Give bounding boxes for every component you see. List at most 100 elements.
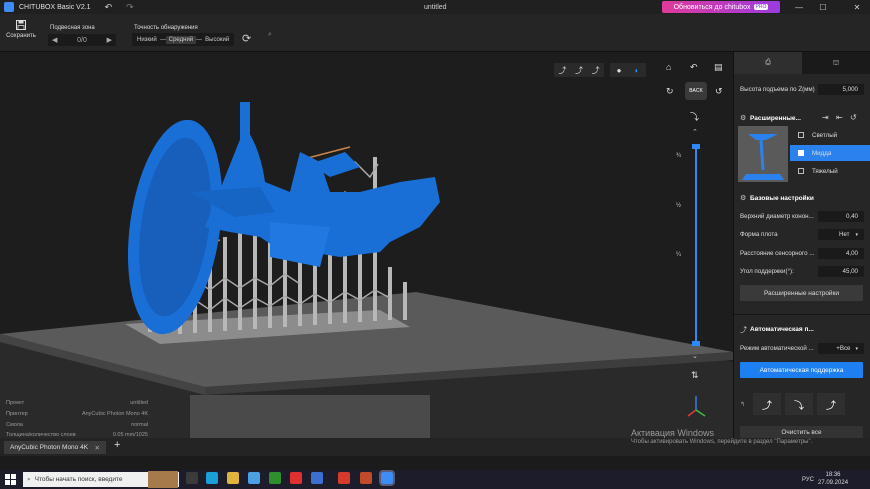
top-diameter-input[interactable]: 0,40 — [818, 211, 864, 222]
export-icon[interactable]: ⇤ — [836, 113, 843, 122]
add-printer-icon[interactable]: + — [114, 439, 120, 451]
contact-distance-input[interactable]: 4,00 — [818, 248, 864, 259]
support-view-toggle: ⤴ ⤴ ⤴ — [554, 63, 604, 77]
app-icon[interactable] — [311, 472, 323, 484]
view-cube-back[interactable]: BACK — [685, 82, 707, 100]
density-medium[interactable]: Мидда — [790, 145, 870, 161]
support-angle-input[interactable]: 45,00 — [818, 266, 864, 277]
close-icon[interactable]: ✕ — [846, 0, 868, 14]
accuracy-title: Точность обнаружения — [134, 25, 198, 31]
printer-tab[interactable]: AnyCubic Photon Mono 4K ✕ — [4, 441, 106, 454]
layer-slider-bottom-handle[interactable] — [692, 341, 700, 346]
rotate-left-icon[interactable]: ↶ — [690, 62, 698, 73]
minimize-icon[interactable]: — — [788, 0, 810, 14]
tab-print-settings[interactable]: ⎙ — [734, 52, 802, 74]
support-tools: ↰ ⤴ ⤵ ⤴ — [738, 391, 865, 417]
toolbar: Сохранить Подвесная зона ◀ 0/0 ▶ Точност… — [0, 14, 870, 52]
support-mode-medium-icon[interactable]: ⤴ — [575, 65, 583, 76]
tab-supports[interactable]: ⛫ — [802, 52, 870, 74]
settings-gear-icon: ⚙ — [740, 195, 747, 202]
slider-down-icon[interactable]: ⌄ — [692, 352, 698, 360]
info-row: Принтер AnyCubic Photon Mono 4K — [6, 409, 148, 420]
prev-page-icon[interactable]: ◀ — [52, 36, 57, 44]
solid-view-icon[interactable]: ● — [617, 66, 622, 75]
layer-slider-track[interactable] — [695, 146, 697, 344]
accuracy-medium[interactable]: Средний — [165, 35, 197, 44]
support-preview — [738, 126, 788, 182]
lift-height-input[interactable]: 5,000 — [818, 84, 864, 95]
search-icon[interactable]: ⌕ — [268, 31, 272, 39]
info-panel: Проект untitled Принтер AnyCubic Photon Mon… — [6, 398, 148, 438]
remove-support-tool-icon[interactable]: ⤴ — [817, 393, 846, 415]
search-highlight-image[interactable] — [148, 471, 178, 488]
reset-icon[interactable]: ↺ — [850, 113, 857, 122]
lift-height-label: Высота подъема по Z(мм) — [740, 86, 815, 93]
density-light-checkbox[interactable] — [798, 132, 804, 138]
save-icon — [16, 20, 26, 30]
auto-support-button[interactable]: Автоматическая поддержка — [740, 362, 863, 378]
support-mode-light-icon[interactable]: ⤴ — [558, 65, 566, 76]
yandex-icon[interactable] — [290, 472, 302, 484]
auto-support-icon: ⤴ — [740, 327, 747, 334]
windows-start-icon[interactable] — [3, 473, 17, 487]
edit-support-tool-icon[interactable]: ⤵ — [785, 393, 814, 415]
density-heavy[interactable]: Тяжелый — [790, 163, 870, 179]
chitubox-taskbar-icon[interactable] — [379, 470, 395, 486]
support-preview-graphic — [738, 126, 788, 182]
layers-icon[interactable]: ▤ — [714, 62, 723, 73]
3d-viewport[interactable]: ⤴ ⤴ ⤴ ● ◐ Проект untitled Принтер AnyCubic … — [0, 52, 733, 438]
file-explorer-icon[interactable] — [227, 472, 239, 484]
density-medium-checkbox[interactable] — [798, 150, 804, 156]
clock-time: 18:36 — [825, 472, 841, 478]
raft-shape-select[interactable]: Нет ▾ — [818, 229, 864, 240]
layer-slider-top-handle[interactable] — [692, 144, 700, 149]
home-view-icon[interactable]: ⌂ — [666, 62, 671, 72]
scene-canvas — [0, 102, 733, 438]
pager-value: 0/0 — [77, 36, 87, 44]
advanced-settings-button[interactable]: Расширенные настройки — [740, 285, 863, 301]
slider-tick-half: ½ — [676, 203, 682, 209]
clock-date: 27.09.2024 — [818, 479, 849, 486]
activation-line1: Активация Windows — [631, 428, 714, 438]
app-title: CHITUBOX Basic V2.1 — [19, 3, 91, 11]
edge-icon[interactable] — [206, 472, 218, 484]
task-view-icon[interactable] — [186, 472, 198, 484]
maximize-icon[interactable]: ☐ — [812, 0, 834, 14]
search-icon: ⌕ — [27, 475, 31, 483]
slider-up-icon[interactable]: ⌃ — [692, 128, 698, 136]
redo-icon[interactable]: ↷ — [126, 2, 134, 12]
slider-tick-three-quarters: ¾ — [676, 153, 682, 159]
info-label: Принтер — [6, 411, 28, 418]
accuracy-high[interactable]: Высокий — [202, 36, 232, 44]
app-icon[interactable] — [338, 472, 350, 484]
density-heavy-checkbox[interactable] — [798, 168, 804, 174]
advanced-title: Расширенные... — [750, 115, 801, 122]
raft-shape-label: Форма плота — [740, 231, 778, 238]
xray-view-icon[interactable]: ◐ — [635, 66, 640, 75]
add-support-tool-icon[interactable]: ⤴ — [753, 393, 782, 415]
accuracy-low[interactable]: Низкий — [134, 36, 160, 44]
import-icon[interactable]: ⇥ — [822, 113, 829, 122]
taskbar-clock[interactable]: 18:36 27.09.2024 — [818, 472, 848, 487]
rotate-right-icon[interactable]: ↺ — [715, 86, 723, 97]
chrome-icon[interactable] — [269, 472, 281, 484]
undo-icon[interactable]: ↶ — [105, 2, 113, 12]
store-icon[interactable] — [248, 472, 260, 484]
spin-view-icon[interactable]: ⤵ — [690, 110, 699, 123]
windows-activation-watermark: Активация Windows Чтобы активировать Win… — [631, 428, 812, 445]
swap-icon[interactable]: ⇅ — [691, 370, 699, 381]
save-label: Сохранить — [6, 33, 36, 39]
system-tray: РУС — [780, 470, 814, 489]
upgrade-pro-button[interactable]: Обновиться до chitubox PRO — [662, 1, 780, 13]
auto-mode-select[interactable]: +Все ▾ — [818, 343, 864, 354]
rotate-view-icon[interactable]: ↻ — [666, 86, 674, 97]
refresh-icon[interactable]: ⟳ — [242, 32, 251, 45]
lang-indicator[interactable]: РУС — [802, 477, 814, 483]
close-tab-icon[interactable]: ✕ — [95, 444, 100, 452]
density-light[interactable]: Светлый — [790, 127, 870, 143]
app-icon[interactable] — [360, 472, 372, 484]
support-mode-heavy-icon[interactable]: ⤴ — [592, 65, 600, 76]
next-page-icon[interactable]: ▶ — [107, 36, 112, 44]
chevron-down-icon: ▾ — [855, 345, 858, 352]
save-button[interactable]: Сохранить — [4, 20, 38, 39]
